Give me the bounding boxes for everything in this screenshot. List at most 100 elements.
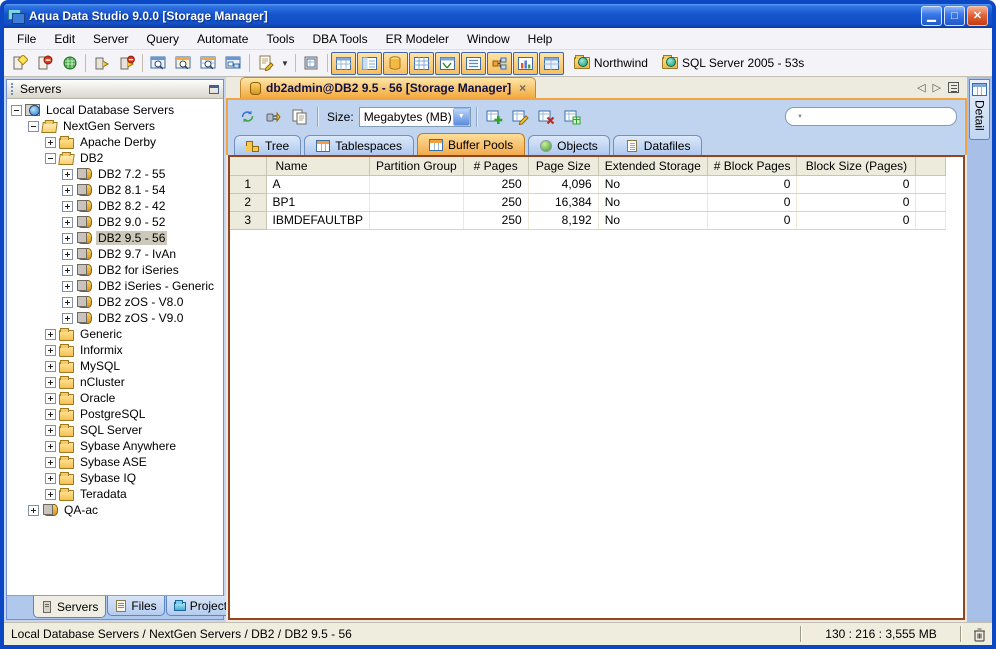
menu-help[interactable]: Help [519,30,562,48]
storage-manager-toggle[interactable] [382,51,408,75]
expand-icon[interactable] [62,280,73,292]
trash-button[interactable] [966,627,992,642]
cell-extended-storage[interactable]: No [598,175,708,194]
cell-page-size[interactable]: 4,096 [528,175,599,194]
expand-icon[interactable] [45,488,56,500]
expand-icon[interactable] [45,408,56,420]
reconnect-button[interactable] [260,105,286,129]
tree-item-sybase-anywhere[interactable]: Sybase Anywhere [8,438,223,454]
northwind-connection-button[interactable]: Northwind [569,54,653,72]
document-tab-storage-manager[interactable]: db2admin@DB2 9.5 - 56 [Storage Manager] … [240,77,537,98]
search-box[interactable]: ▼ [785,107,957,126]
register-server-button[interactable] [7,52,32,75]
cell-extended-storage[interactable]: No [598,211,708,230]
document-tab-close-icon[interactable]: × [516,81,526,95]
subtab-tablespaces[interactable]: Tablespaces [304,135,414,155]
expand-icon[interactable] [62,248,73,260]
expand-icon[interactable] [62,216,73,228]
tab-files[interactable]: Files [107,596,165,616]
tree-item-db2-82-42[interactable]: DB2 8.2 - 42 [8,198,223,214]
column-header-block-size[interactable]: Block Size (Pages) [796,157,917,176]
expand-icon[interactable] [45,328,56,340]
cell-extended-storage[interactable]: No [598,193,708,212]
cell-partition-group[interactable] [369,175,464,194]
cell-page-size[interactable]: 8,192 [528,211,599,230]
tree-item-db2-97-ivan[interactable]: DB2 9.7 - IvAn [8,246,223,262]
tab-list-icon[interactable] [948,82,959,93]
diagram-view-toggle[interactable] [486,51,512,75]
tree-item-sybase-iq[interactable]: Sybase IQ [8,470,223,486]
tree-item-informix[interactable]: Informix [8,342,223,358]
minimize-button[interactable]: ▁ [921,6,942,26]
sqlserver-connection-button[interactable]: SQL Server 2005 - 53s [657,54,809,72]
table-row[interactable]: 1 A 250 4,096 No 0 0 [230,175,947,194]
tree-item-db2-95-56[interactable]: DB2 9.5 - 56 [8,230,223,246]
subtab-objects[interactable]: Objects [528,135,610,155]
query-browser-button[interactable] [171,52,196,75]
column-header-pages[interactable]: # Pages [463,157,529,176]
tree-item-sql-server[interactable]: SQL Server [8,422,223,438]
unregister-server-button[interactable] [32,52,57,75]
size-select[interactable]: Megabytes (MB) ▼ [358,106,471,127]
expand-icon[interactable] [62,168,73,180]
tree-item-oracle[interactable]: Oracle [8,390,223,406]
tree-item-qa-ac[interactable]: QA-ac [8,502,223,518]
schema-browser-button[interactable] [299,52,324,75]
tree-item-teradata[interactable]: Teradata [8,486,223,502]
tree-item-db2-81-54[interactable]: DB2 8.1 - 54 [8,182,223,198]
subtab-buffer-pools[interactable]: Buffer Pools [416,133,526,155]
tree-item-generic[interactable]: Generic [8,326,223,342]
cell-block-pages[interactable]: 0 [707,175,798,194]
menu-er-modeler[interactable]: ER Modeler [377,30,458,48]
expand-icon[interactable] [62,296,73,308]
expand-icon[interactable] [45,360,56,372]
tree-item-mysql[interactable]: MySQL [8,358,223,374]
menu-file[interactable]: File [8,30,45,48]
column-header-name[interactable]: Name [266,157,370,176]
cell-pages[interactable]: 250 [463,211,529,230]
panel-grip-handle[interactable] [11,83,15,95]
collapse-icon[interactable] [28,120,39,132]
expand-icon[interactable] [45,456,56,468]
copy-results-button[interactable] [286,105,312,129]
detail-panel-tab[interactable]: Detail [969,79,990,140]
tree-item-db2-iseries-generic[interactable]: DB2 iSeries - Generic [8,278,223,294]
tree-item-db2[interactable]: DB2 [8,150,223,166]
close-button[interactable]: ✕ [967,6,988,26]
expand-icon[interactable] [45,376,56,388]
collapse-icon[interactable] [11,104,22,116]
menu-server[interactable]: Server [84,30,137,48]
search-input[interactable] [808,110,950,123]
tree-item-db2-90-52[interactable]: DB2 9.0 - 52 [8,214,223,230]
pivot-view-toggle[interactable] [434,51,460,75]
expand-icon[interactable] [28,504,39,516]
column-header-page-size[interactable]: Page Size [528,157,599,176]
scroll-tabs-left-icon[interactable]: ◁ [917,81,925,94]
tree-item-ncluster[interactable]: nCluster [8,374,223,390]
table-data-button[interactable] [57,52,82,75]
table-row[interactable]: 2 BP1 250 16,384 No 0 0 [230,193,947,212]
table-row[interactable]: 3 IBMDEFAULTBP 250 8,192 No 0 0 [230,211,947,230]
cell-name[interactable]: IBMDEFAULTBP [266,211,370,230]
connect-server-button[interactable] [89,52,114,75]
expand-icon[interactable] [45,472,56,484]
cell-partition-group[interactable] [369,211,464,230]
column-header-block-pages[interactable]: # Block Pages [707,157,798,176]
cell-block-size[interactable]: 0 [796,211,917,230]
scroll-tabs-right-icon[interactable]: ▷ [933,81,941,94]
expand-icon[interactable] [45,344,56,356]
cell-page-size[interactable]: 16,384 [528,193,599,212]
cell-name[interactable]: BP1 [266,193,370,212]
cell-block-size[interactable]: 0 [796,193,917,212]
cell-pages[interactable]: 250 [463,193,529,212]
script-bufferpool-button[interactable] [560,105,586,129]
expand-icon[interactable] [62,184,73,196]
column-header-partition-group[interactable]: Partition Group [369,157,464,176]
maximize-button[interactable]: □ [944,6,965,26]
panel-float-icon[interactable] [209,84,219,94]
expand-icon[interactable] [45,136,56,148]
tree-item-db2-zos-v90[interactable]: DB2 zOS - V9.0 [8,310,223,326]
menu-dba-tools[interactable]: DBA Tools [303,30,376,48]
search-filter-arrow-icon[interactable]: ▼ [794,114,806,120]
tree-item-db2-for-iseries[interactable]: DB2 for iSeries [8,262,223,278]
